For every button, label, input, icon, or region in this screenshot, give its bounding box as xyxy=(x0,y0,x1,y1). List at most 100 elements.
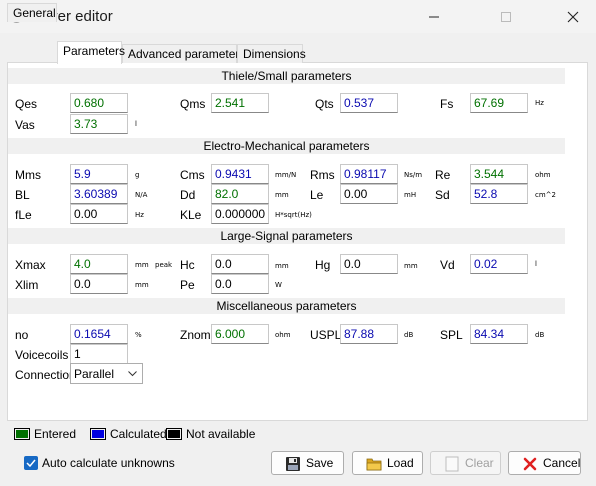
mms-field[interactable]: 5.9 xyxy=(70,164,128,184)
le-unit: mH xyxy=(404,191,417,199)
clear-button-label: Clear xyxy=(465,456,494,470)
legend-not-available-swatch xyxy=(166,428,182,440)
fs-field[interactable]: 67.69 xyxy=(470,93,528,113)
hc-unit: mm xyxy=(275,262,289,270)
load-button[interactable]: Load xyxy=(352,451,423,475)
uspl-unit: dB xyxy=(404,331,414,339)
cms-field[interactable]: 0.9431 xyxy=(211,164,269,184)
kle-label: KLe xyxy=(180,208,202,222)
auto-calculate-label[interactable]: Auto calculate unknowns xyxy=(42,456,175,470)
bl-field[interactable]: 3.60389 xyxy=(70,184,128,204)
efficiency-unit: % xyxy=(135,331,142,339)
re-label: Re xyxy=(435,168,451,182)
cancel-button-label: Cancel xyxy=(543,456,581,470)
pe-label: Pe xyxy=(180,278,195,292)
pe-field[interactable]: 0.0 xyxy=(211,274,269,294)
kle-unit: H*sqrt(Hz) xyxy=(275,211,312,219)
spl-label: SPL xyxy=(440,328,463,342)
xlim-field[interactable]: 0.0 xyxy=(70,274,128,294)
sd-label: Sd xyxy=(435,188,450,202)
xmax-unit-peak: peak xyxy=(155,261,173,269)
znom-label: Znom xyxy=(180,328,211,342)
red-x-icon xyxy=(523,457,537,471)
xmax-label: Xmax xyxy=(15,258,46,272)
fle-field[interactable]: 0.00 xyxy=(70,204,128,224)
close-icon xyxy=(567,11,579,23)
clear-button[interactable]: Clear xyxy=(430,451,501,475)
sd-unit: cm^2 xyxy=(535,191,556,199)
fs-unit: Hz xyxy=(535,99,544,107)
bl-unit: N/A xyxy=(135,191,148,199)
kle-field[interactable]: 0.000000 xyxy=(211,204,269,224)
save-button[interactable]: Save xyxy=(271,451,344,475)
qts-label: Qts xyxy=(315,97,334,111)
sd-field[interactable]: 52.8 xyxy=(470,184,528,204)
mms-label: Mms xyxy=(15,168,41,182)
spl-field[interactable]: 84.34 xyxy=(470,324,528,344)
close-window-button[interactable] xyxy=(550,0,596,33)
mms-unit: g xyxy=(135,171,140,179)
hc-label: Hc xyxy=(180,258,195,272)
minimize-button[interactable] xyxy=(411,0,457,33)
minimize-icon xyxy=(429,16,439,18)
efficiency-label: no xyxy=(15,328,29,342)
xlim-unit: mm xyxy=(135,281,149,289)
hg-unit: mm xyxy=(404,262,418,270)
uspl-label: USPL xyxy=(310,328,342,342)
efficiency-field[interactable]: 0.1654 xyxy=(70,324,128,344)
re-field[interactable]: 3.544 xyxy=(470,164,528,184)
legend-entered-label: Entered xyxy=(34,427,77,441)
hg-field[interactable]: 0.0 xyxy=(340,254,398,274)
dd-field[interactable]: 82.0 xyxy=(211,184,269,204)
uspl-field[interactable]: 87.88 xyxy=(340,324,398,344)
legend-calculated-swatch xyxy=(90,428,106,440)
dd-unit: mm xyxy=(275,191,289,199)
section-miscellaneous: Miscellaneous parameters xyxy=(8,298,565,314)
vas-unit: l xyxy=(135,120,137,128)
vas-label: Vas xyxy=(15,118,35,132)
load-button-label: Load xyxy=(387,456,414,470)
xmax-field[interactable]: 4.0 xyxy=(70,254,128,274)
dd-label: Dd xyxy=(180,188,196,202)
xmax-unit: mm xyxy=(135,261,149,269)
rms-unit: Ns/m xyxy=(404,171,423,179)
legend-entered-swatch xyxy=(14,428,30,440)
chevron-down-icon xyxy=(128,371,137,377)
znom-unit: ohm xyxy=(275,331,291,339)
section-thiele-small: Thiele/Small parameters xyxy=(8,68,565,84)
le-field[interactable]: 0.00 xyxy=(340,184,398,204)
folder-open-icon xyxy=(366,458,382,471)
voicecoils-field[interactable]: 1 xyxy=(70,344,128,364)
connection-select[interactable]: Parallel xyxy=(70,363,143,384)
save-button-label: Save xyxy=(306,456,334,470)
tab-parameters[interactable]: Parameters xyxy=(57,41,125,64)
cancel-button[interactable]: Cancel xyxy=(508,451,581,475)
vd-label: Vd xyxy=(440,258,455,272)
hg-label: Hg xyxy=(315,258,331,272)
le-label: Le xyxy=(310,188,324,202)
hc-field[interactable]: 0.0 xyxy=(211,254,269,274)
fs-label: Fs xyxy=(440,97,454,111)
rms-label: Rms xyxy=(310,168,335,182)
maximize-icon xyxy=(501,12,511,22)
section-electro-mechanical: Electro-Mechanical parameters xyxy=(8,138,565,154)
vd-field[interactable]: 0.02 xyxy=(470,254,528,274)
qms-field[interactable]: 2.541 xyxy=(211,93,269,113)
tab-advanced-parameters[interactable]: Advanced parameters xyxy=(122,44,245,63)
pe-unit: W xyxy=(275,281,282,289)
vd-unit: l xyxy=(535,260,537,268)
vas-field[interactable]: 3.73 xyxy=(70,114,128,134)
tab-general[interactable]: General xyxy=(7,3,57,22)
tab-dimensions[interactable]: Dimensions xyxy=(237,44,306,63)
rms-field[interactable]: 0.98117 xyxy=(340,164,398,184)
title-bar: Driver editor xyxy=(0,0,596,33)
znom-field[interactable]: 6.000 xyxy=(211,324,269,344)
clear-document-icon xyxy=(445,456,459,472)
auto-calculate-checkbox[interactable] xyxy=(24,456,38,470)
qes-field[interactable]: 0.680 xyxy=(70,93,128,113)
qts-field[interactable]: 0.537 xyxy=(340,93,398,113)
floppy-disk-icon xyxy=(286,457,300,471)
spl-unit: dB xyxy=(535,331,545,339)
cms-label: Cms xyxy=(180,168,205,182)
checkmark-icon xyxy=(26,459,36,467)
